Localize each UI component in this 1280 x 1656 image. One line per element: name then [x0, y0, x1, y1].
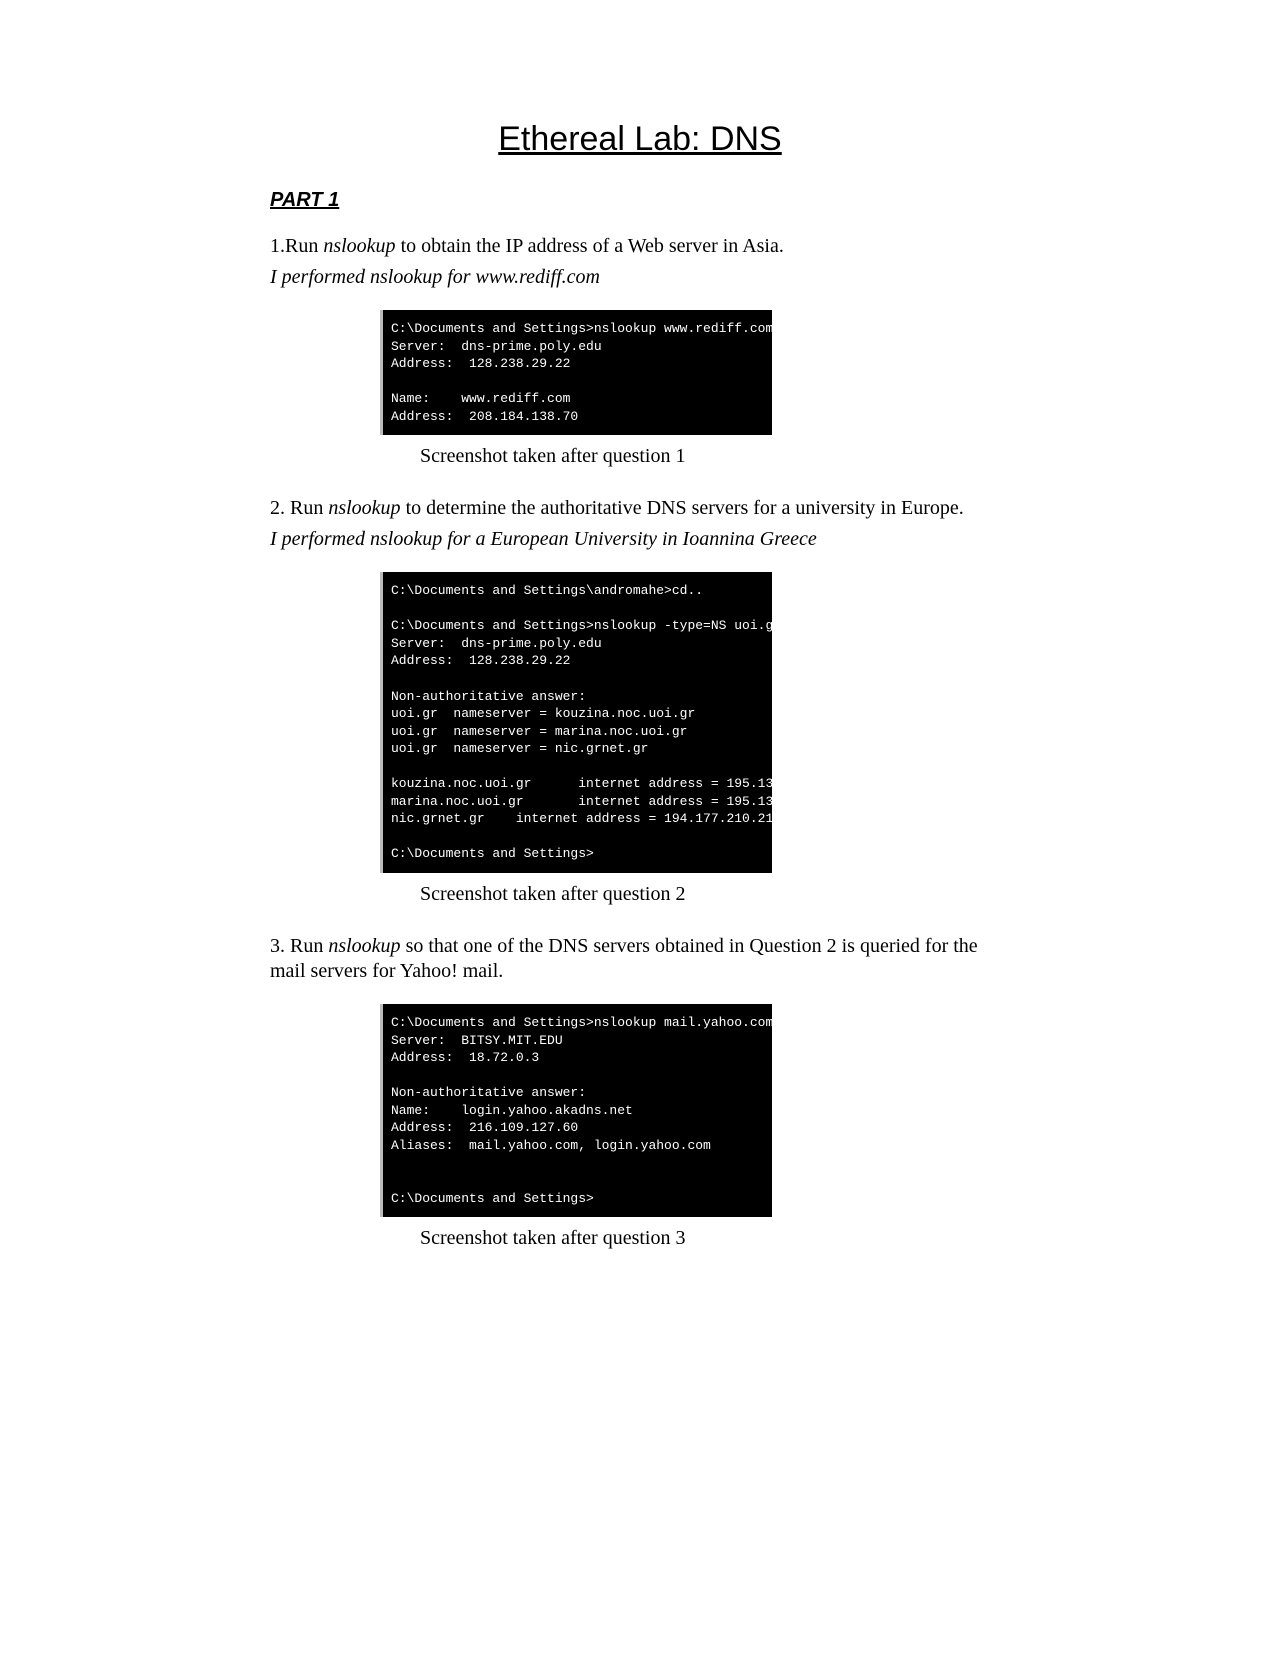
q3-caption: Screenshot taken after question 3 [420, 1227, 1010, 1250]
q1-cmd: nslookup [323, 235, 395, 257]
q2-answer: I performed nslookup for a European Univ… [270, 527, 1010, 552]
q2-prefix: 2. Run [270, 497, 328, 519]
document-page: Ethereal Lab: DNS PART 1 1.Run nslookup … [160, 0, 1120, 1478]
q1-rest: to obtain the IP address of a Web server… [396, 235, 784, 257]
q1-prefix: 1.Run [270, 235, 323, 257]
q3-cmd: nslookup [328, 935, 400, 957]
q3-terminal: C:\Documents and Settings>nslookup mail.… [380, 1004, 772, 1217]
q2-rest: to determine the authoritative DNS serve… [401, 497, 964, 519]
q1-caption: Screenshot taken after question 1 [420, 445, 1010, 468]
part-label: PART 1 [270, 189, 1010, 212]
q2-text: 2. Run nslookup to determine the authori… [270, 496, 1010, 521]
q2-caption: Screenshot taken after question 2 [420, 883, 1010, 906]
q1-text: 1.Run nslookup to obtain the IP address … [270, 234, 1010, 259]
q3-text: 3. Run nslookup so that one of the DNS s… [270, 934, 1010, 984]
q2-terminal: C:\Documents and Settings\andromahe>cd..… [380, 572, 772, 873]
page-title: Ethereal Lab: DNS [270, 120, 1010, 159]
q3-prefix: 3. Run [270, 935, 328, 957]
q1-answer: I performed nslookup for www.rediff.com [270, 265, 1010, 290]
q1-terminal: C:\Documents and Settings>nslookup www.r… [380, 310, 772, 435]
q2-cmd: nslookup [328, 497, 400, 519]
